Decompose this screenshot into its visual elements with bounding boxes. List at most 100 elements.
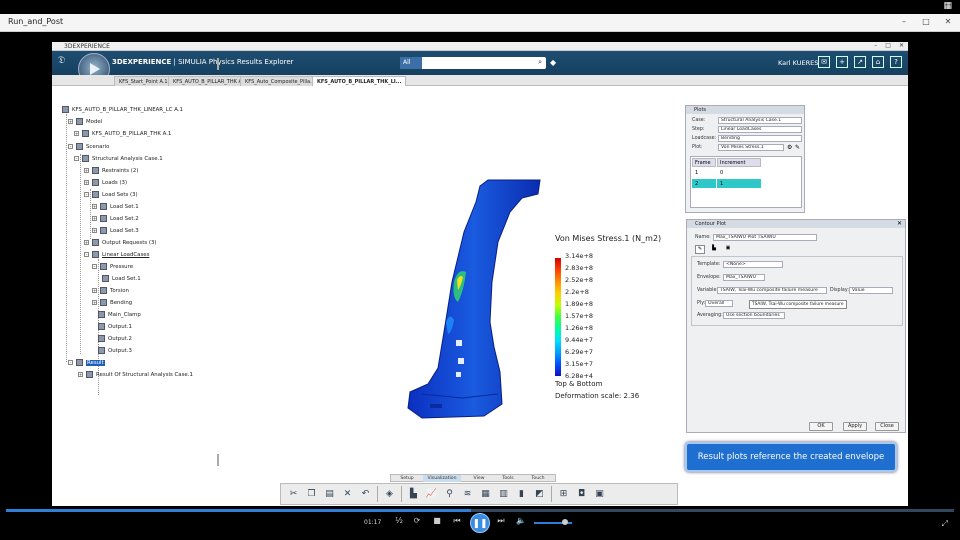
- xy-plot-icon[interactable]: 📈: [425, 488, 438, 501]
- minimize-button[interactable]: –: [898, 17, 910, 26]
- tree-output-3[interactable]: Output.3: [98, 347, 132, 354]
- expand-icon[interactable]: +: [84, 168, 89, 173]
- next-icon[interactable]: ⏭: [494, 516, 508, 526]
- user-name[interactable]: Karl KUERES: [778, 59, 818, 67]
- tab-view[interactable]: View: [467, 475, 491, 482]
- tree-model[interactable]: + Model: [68, 118, 102, 125]
- tab-tools[interactable]: Tools: [495, 475, 521, 482]
- grid-menu-icon[interactable]: ▦: [943, 1, 952, 11]
- contour-plot-icon[interactable]: ▙: [407, 488, 420, 501]
- tree-scroll-bottom-marker[interactable]: [217, 454, 219, 466]
- tree-load-set-3[interactable]: + Load Set.3: [92, 227, 139, 234]
- close-button[interactable]: ✕: [942, 17, 954, 26]
- shape-icon[interactable]: ◈: [383, 488, 396, 501]
- search-icon[interactable]: ⌕: [538, 58, 542, 67]
- previous-icon[interactable]: ⏮: [450, 516, 464, 526]
- help-icon[interactable]: ?: [890, 56, 902, 68]
- home-icon[interactable]: ⌂: [872, 56, 884, 68]
- image-icon[interactable]: ▣: [723, 245, 733, 254]
- volume-icon[interactable]: 🔈: [514, 516, 528, 525]
- export-icon[interactable]: ▣: [593, 488, 606, 501]
- app-close-button[interactable]: ✕: [899, 42, 904, 49]
- fullscreen-icon[interactable]: ⤢: [942, 519, 948, 529]
- expand-icon[interactable]: +: [92, 300, 97, 305]
- share-icon[interactable]: ↗: [854, 56, 866, 68]
- step-dropdown[interactable]: Linear LoadCases: [718, 126, 802, 133]
- b-pillar-model[interactable]: [402, 172, 552, 422]
- tab-setup[interactable]: Setup: [393, 475, 421, 482]
- loadcase-dropdown[interactable]: Bending: [718, 135, 802, 142]
- expand-icon[interactable]: +: [84, 240, 89, 245]
- apply-button[interactable]: Apply: [843, 422, 867, 431]
- tree-scenario[interactable]: – Scenario: [68, 143, 109, 150]
- plot-edit-icon[interactable]: ✎: [795, 144, 800, 151]
- section-icon[interactable]: ◩: [533, 488, 546, 501]
- tree-result[interactable]: – Result: [68, 359, 105, 366]
- cut-icon[interactable]: ✂: [287, 488, 300, 501]
- ok-button[interactable]: OK: [809, 422, 833, 431]
- panel-close-icon[interactable]: ✕: [897, 220, 902, 227]
- tab-b-pillar-linear[interactable]: KFS_AUTO_B_PILLAR_THK_LI...: [312, 76, 407, 86]
- tree-scroll-top-marker[interactable]: [217, 58, 219, 70]
- collapse-icon[interactable]: –: [74, 156, 79, 161]
- plot-dropdown[interactable]: Von Mises Stress.1: [718, 144, 784, 151]
- tab-visualization[interactable]: Visualization: [423, 475, 461, 482]
- volume-knob[interactable]: [562, 519, 568, 525]
- tree-pressure[interactable]: – Pressure: [92, 263, 133, 270]
- animate-icon[interactable]: ≋: [461, 488, 474, 501]
- pause-button[interactable]: ❚❚: [470, 513, 490, 533]
- collapse-icon[interactable]: –: [92, 264, 97, 269]
- chart-icon[interactable]: ▙: [709, 245, 719, 254]
- tree-output-1[interactable]: Output.1: [98, 323, 132, 330]
- template-dropdown[interactable]: <None>: [723, 261, 783, 268]
- tab-touch[interactable]: Touch: [525, 475, 551, 482]
- tree-restraints[interactable]: + Restraints (2): [84, 167, 138, 174]
- tree-linear-loadcases[interactable]: – Linear LoadCases: [84, 251, 149, 258]
- expand-icon[interactable]: +: [92, 288, 97, 293]
- tree-analysis-case[interactable]: – Structural Analysis Case.1: [74, 155, 163, 162]
- probe-icon[interactable]: ⚲: [443, 488, 456, 501]
- frame-cell[interactable]: 1: [692, 168, 716, 177]
- app-restore-button[interactable]: □: [885, 42, 891, 49]
- collapse-icon[interactable]: –: [84, 192, 89, 197]
- tree-load-sets[interactable]: – Load Sets (3): [84, 191, 138, 198]
- tree-result-child[interactable]: + Result Of Structural Analysis Case.1: [78, 371, 193, 378]
- paste-icon[interactable]: ▤: [323, 488, 336, 501]
- expand-icon[interactable]: +: [84, 180, 89, 185]
- tree-load-set-2[interactable]: + Load Set.2: [92, 215, 139, 222]
- undo-icon[interactable]: ↶: [359, 488, 372, 501]
- search-box[interactable]: All ⌕: [400, 57, 546, 69]
- tab-start-point[interactable]: KFS_Start_Point A.1: [114, 76, 173, 86]
- delete-icon[interactable]: ✕: [341, 488, 354, 501]
- tree-model-child[interactable]: + KFS_AUTO_B_PILLAR_THK A.1: [74, 130, 171, 137]
- tree-bending[interactable]: + Bending: [92, 299, 132, 306]
- collapse-icon[interactable]: –: [84, 252, 89, 257]
- case-field[interactable]: Structural Analysis Case.1: [718, 117, 802, 124]
- expand-icon[interactable]: +: [92, 204, 97, 209]
- increment-cell[interactable]: 0: [717, 168, 761, 177]
- increment-cell-selected[interactable]: 1: [717, 179, 761, 188]
- expand-icon[interactable]: +: [78, 372, 83, 377]
- app-minimize-button[interactable]: –: [874, 42, 877, 49]
- expand-icon[interactable]: +: [68, 119, 73, 124]
- collapse-icon[interactable]: –: [68, 360, 73, 365]
- tag-icon[interactable]: ◆: [550, 58, 556, 67]
- frame-cell-selected[interactable]: 2: [692, 179, 716, 188]
- tree-torsion[interactable]: + Torsion: [92, 287, 129, 294]
- legend-icon[interactable]: ▮: [515, 488, 528, 501]
- capture-icon[interactable]: ◘: [575, 488, 588, 501]
- tree-output-requests[interactable]: + Output Requests (3): [84, 239, 157, 246]
- expand-icon[interactable]: +: [92, 228, 97, 233]
- envelope-dropdown[interactable]: Max_TSAIWU: [723, 274, 765, 281]
- speed-icon[interactable]: ½: [392, 516, 406, 525]
- averaging-dropdown[interactable]: Use section boundaries: [723, 312, 785, 319]
- tree-load-set-1[interactable]: + Load Set.1: [92, 203, 139, 210]
- ply-dropdown[interactable]: Overall: [705, 300, 733, 307]
- messages-icon[interactable]: ✉: [818, 56, 830, 68]
- expand-icon[interactable]: +: [92, 216, 97, 221]
- restore-button[interactable]: □: [920, 17, 932, 26]
- table-icon[interactable]: ▦: [479, 488, 492, 501]
- video-progress-bar[interactable]: [6, 509, 954, 512]
- collapse-icon[interactable]: –: [68, 144, 73, 149]
- copy-icon[interactable]: ❐: [305, 488, 318, 501]
